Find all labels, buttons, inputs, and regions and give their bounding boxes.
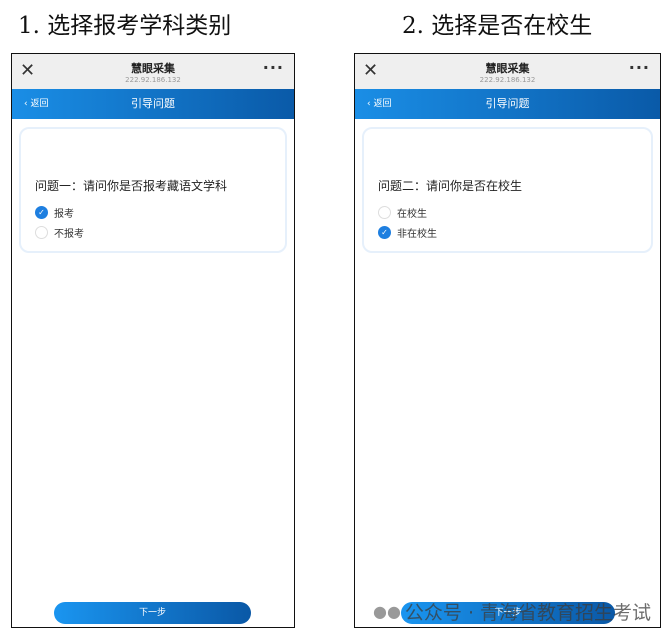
more-icon[interactable]: ··· [263, 58, 284, 77]
close-icon[interactable]: ✕ [363, 60, 378, 81]
wechat-icon: ●● [373, 602, 401, 621]
option-feizaixiaosheng[interactable]: ✓ 非在校生 [378, 225, 437, 240]
close-icon[interactable]: ✕ [20, 60, 35, 81]
option-bubaokao[interactable]: 不报考 [35, 225, 84, 240]
option-label: 不报考 [54, 229, 84, 240]
question-text: 问题一：请问你是否报考藏语文学科 [35, 179, 228, 193]
app-ip: 222.92.186.132 [479, 76, 536, 84]
option-label: 报考 [54, 209, 74, 220]
app-title: 慧眼采集 [485, 62, 530, 75]
option-baokao[interactable]: ✓ 报考 [35, 205, 74, 220]
next-button[interactable]: 下一步 [54, 602, 251, 624]
question-card: 问题二：请问你是否在校生 在校生 ✓ 非在校生 [362, 127, 653, 253]
phone-screen-2: ✕ 慧眼采集 222.92.186.132 ··· ‹ 返回 引导问题 问题二：… [354, 53, 661, 628]
nav-bar: ‹ 返回 引导问题 [355, 89, 660, 119]
step-caption-2: 2. 选择是否在校生 [402, 13, 593, 39]
nav-bar: ‹ 返回 引导问题 [12, 89, 294, 119]
back-label: 返回 [373, 99, 392, 109]
radio-unchecked-icon[interactable] [378, 206, 391, 219]
back-label: 返回 [30, 99, 49, 109]
title-bar: ✕ 慧眼采集 222.92.186.132 ··· [355, 54, 660, 89]
nav-title: 引导问题 [485, 97, 530, 110]
nav-title: 引导问题 [131, 97, 175, 110]
radio-checked-icon[interactable]: ✓ [35, 206, 48, 219]
question-card: 问题一：请问你是否报考藏语文学科 ✓ 报考 不报考 [19, 127, 287, 253]
more-icon[interactable]: ··· [629, 58, 650, 77]
app-ip: 222.92.186.132 [125, 76, 181, 84]
title-bar: ✕ 慧眼采集 222.92.186.132 ··· [12, 54, 294, 89]
watermark: ●● 公众号 · 青海省教育招生考试 [373, 598, 651, 625]
step-caption-1: 1. 选择报考学科类别 [18, 13, 232, 39]
option-label: 非在校生 [397, 229, 437, 240]
radio-checked-icon[interactable]: ✓ [378, 226, 391, 239]
app-title: 慧眼采集 [131, 62, 175, 75]
watermark-text: 公众号 · 青海省教育招生考试 [404, 602, 652, 624]
question-text: 问题二：请问你是否在校生 [378, 179, 523, 193]
phone-screen-1: ✕ 慧眼采集 222.92.186.132 ··· ‹ 返回 引导问题 问题一：… [11, 53, 295, 628]
back-button[interactable]: ‹ 返回 [367, 89, 391, 119]
radio-unchecked-icon[interactable] [35, 226, 48, 239]
option-zaixiaosheng[interactable]: 在校生 [378, 205, 427, 220]
option-label: 在校生 [397, 209, 427, 220]
back-button[interactable]: ‹ 返回 [24, 89, 48, 119]
